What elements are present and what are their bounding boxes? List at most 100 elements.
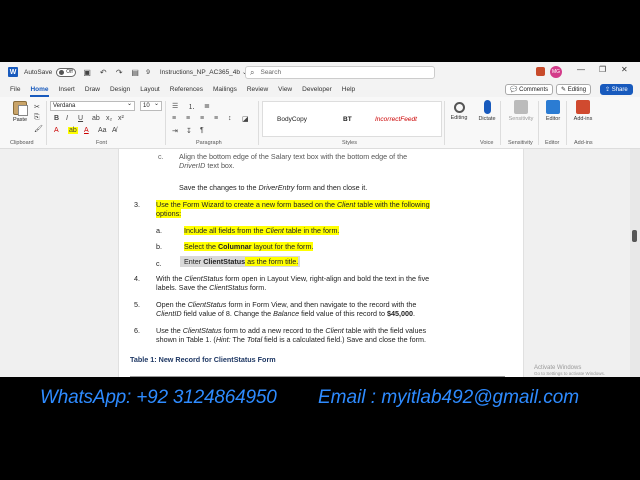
autosave-toggle[interactable]: Off xyxy=(56,67,77,77)
italic-icon[interactable]: I xyxy=(66,115,68,122)
sort-icon[interactable]: ↧ xyxy=(186,127,192,135)
style-bodycopy[interactable]: BodyCopy xyxy=(277,116,307,123)
search-icon: ⌕ xyxy=(250,67,255,77)
paragraph: Save the changes to the DriverEntry form… xyxy=(179,183,368,192)
undo-icon[interactable]: ↶ xyxy=(98,68,108,77)
comment-icon: 💬 xyxy=(510,87,520,93)
file-number: 9 xyxy=(146,68,150,76)
align-right-icon[interactable]: ≡ xyxy=(200,115,204,122)
justify-icon[interactable]: ≡ xyxy=(214,115,218,122)
save-icon[interactable]: ▣ xyxy=(82,68,92,77)
bold-icon[interactable]: B xyxy=(54,115,59,122)
change-case-icon[interactable]: Aa xyxy=(98,127,107,134)
tab-developer[interactable]: Developer xyxy=(302,82,332,97)
tab-design[interactable]: Design xyxy=(110,82,130,97)
search-input[interactable]: ⌕ Search xyxy=(245,66,435,79)
cut-icon[interactable]: ✂ xyxy=(34,103,40,111)
text-effects-icon[interactable]: A xyxy=(54,127,59,134)
file-icon[interactable]: ▤ xyxy=(130,68,140,77)
tab-references[interactable]: References xyxy=(170,82,203,97)
group-label-clipboard: Clipboard xyxy=(10,140,34,146)
align-left-icon[interactable]: ≡ xyxy=(172,115,176,122)
list-item: Open the ClientStatus form in Form View,… xyxy=(156,300,417,318)
document-area: c. Align the bottom edge of the Salary t… xyxy=(0,149,640,377)
whatsapp-text: WhatsApp: +92 3124864950 xyxy=(40,387,277,408)
tab-help[interactable]: Help xyxy=(342,82,355,97)
group-label-editor: Editor xyxy=(545,140,560,146)
style-incorrectfeedt[interactable]: IncorrectFeedt xyxy=(375,116,417,123)
list-number: 3. xyxy=(134,200,140,209)
microphone-icon xyxy=(483,100,491,114)
group-label-addins: Add-ins xyxy=(574,140,593,146)
list-item: Use the Form Wizard to create a new form… xyxy=(156,200,430,218)
autosave-label: AutoSave xyxy=(24,68,53,76)
list-item: Select the Columnar layout for the form. xyxy=(184,242,314,251)
redo-icon[interactable]: ↷ xyxy=(114,68,124,77)
editing-button[interactable]: Editing xyxy=(444,100,474,121)
list-item: With the ClientStatus form open in Layou… xyxy=(156,274,430,292)
list-item: Align the bottom edge of the Salary text… xyxy=(179,152,408,170)
tab-draw[interactable]: Draw xyxy=(85,82,100,97)
editing-mode-button[interactable]: ✎ Editing xyxy=(556,84,592,95)
paste-button[interactable]: Paste xyxy=(10,101,30,123)
bullets-icon[interactable]: ☰ xyxy=(172,102,178,110)
divider xyxy=(258,101,259,145)
superscript-icon[interactable]: x² xyxy=(118,115,124,122)
contact-banner: WhatsApp: +92 3124864950 Email : myitlab… xyxy=(0,377,640,480)
tab-insert[interactable]: Insert xyxy=(59,82,75,97)
sensitivity-button[interactable]: Sensitivity xyxy=(506,100,536,122)
highlight-icon[interactable]: ab xyxy=(68,127,78,134)
tab-review[interactable]: Review xyxy=(247,82,268,97)
minimize-button[interactable]: — xyxy=(577,65,585,74)
font-color-icon[interactable]: A xyxy=(84,127,89,134)
clear-formatting-icon[interactable]: A̸ xyxy=(112,127,117,134)
word-logo-icon: W xyxy=(8,67,18,77)
dictate-button[interactable]: Dictate xyxy=(472,100,502,122)
styles-gallery[interactable]: BodyCopy BT IncorrectFeedt xyxy=(262,101,442,137)
tab-file[interactable]: File xyxy=(10,82,20,97)
vertical-scrollbar[interactable] xyxy=(630,149,640,377)
restore-button[interactable]: ❐ xyxy=(599,65,606,74)
close-button[interactable]: ✕ xyxy=(621,65,628,74)
addins-button[interactable]: Add-ins xyxy=(568,100,598,122)
copy-icon[interactable]: ⎘ xyxy=(34,114,40,122)
comments-button[interactable]: 💬 Comments xyxy=(505,84,554,95)
editor-icon xyxy=(546,100,560,114)
strikethrough-icon[interactable]: ab xyxy=(92,115,100,122)
tab-mailings[interactable]: Mailings xyxy=(213,82,237,97)
activate-windows-watermark: Activate Windows Go to Settings to activ… xyxy=(534,365,606,376)
avatar[interactable]: MG xyxy=(550,66,562,78)
top-black-area xyxy=(0,0,640,62)
scroll-thumb[interactable] xyxy=(632,230,637,242)
tab-view[interactable]: View xyxy=(278,82,292,97)
underline-icon[interactable]: U xyxy=(78,115,83,122)
group-label-sensitivity: Sensitivity xyxy=(508,140,533,146)
line-spacing-icon[interactable]: ↕ xyxy=(228,115,232,122)
share-icon: ⇪ xyxy=(605,87,612,93)
font-size-select[interactable]: 10 xyxy=(140,100,162,111)
group-label-styles: Styles xyxy=(342,140,357,146)
ribbon-tabs: File Home Insert Draw Design Layout Refe… xyxy=(0,82,640,97)
divider xyxy=(46,101,47,145)
pencil-icon: ✎ xyxy=(561,87,568,93)
style-bt[interactable]: BT xyxy=(343,116,352,123)
indent-icon[interactable]: ⇥ xyxy=(172,127,178,135)
multilevel-list-icon[interactable]: ≣ xyxy=(204,102,210,110)
editor-button[interactable]: Editor xyxy=(538,100,568,122)
share-button[interactable]: ⇪ Share xyxy=(600,84,633,95)
align-center-icon[interactable]: ≡ xyxy=(186,115,190,122)
sensitivity-icon xyxy=(514,100,528,114)
title-bar: W AutoSave Off ▣ ↶ ↷ ▤ 9 Instructions_NP… xyxy=(0,62,640,82)
tab-layout[interactable]: Layout xyxy=(140,82,160,97)
designer-icon[interactable] xyxy=(536,67,545,76)
shading-icon[interactable]: ◪ xyxy=(242,115,249,123)
document-title[interactable]: Instructions_NP_AC365_4b xyxy=(160,69,240,76)
subscript-icon[interactable]: x₂ xyxy=(106,115,112,122)
pilcrow-icon[interactable]: ¶ xyxy=(200,127,204,134)
list-item-letter: c. xyxy=(156,259,162,268)
tab-home[interactable]: Home xyxy=(30,82,49,97)
format-painter-icon[interactable]: 🖌 xyxy=(34,125,43,133)
font-name-select[interactable]: Verdana xyxy=(50,100,135,111)
group-label-paragraph: Paragraph xyxy=(196,140,222,146)
numbering-icon[interactable]: ⒈ xyxy=(188,102,195,112)
